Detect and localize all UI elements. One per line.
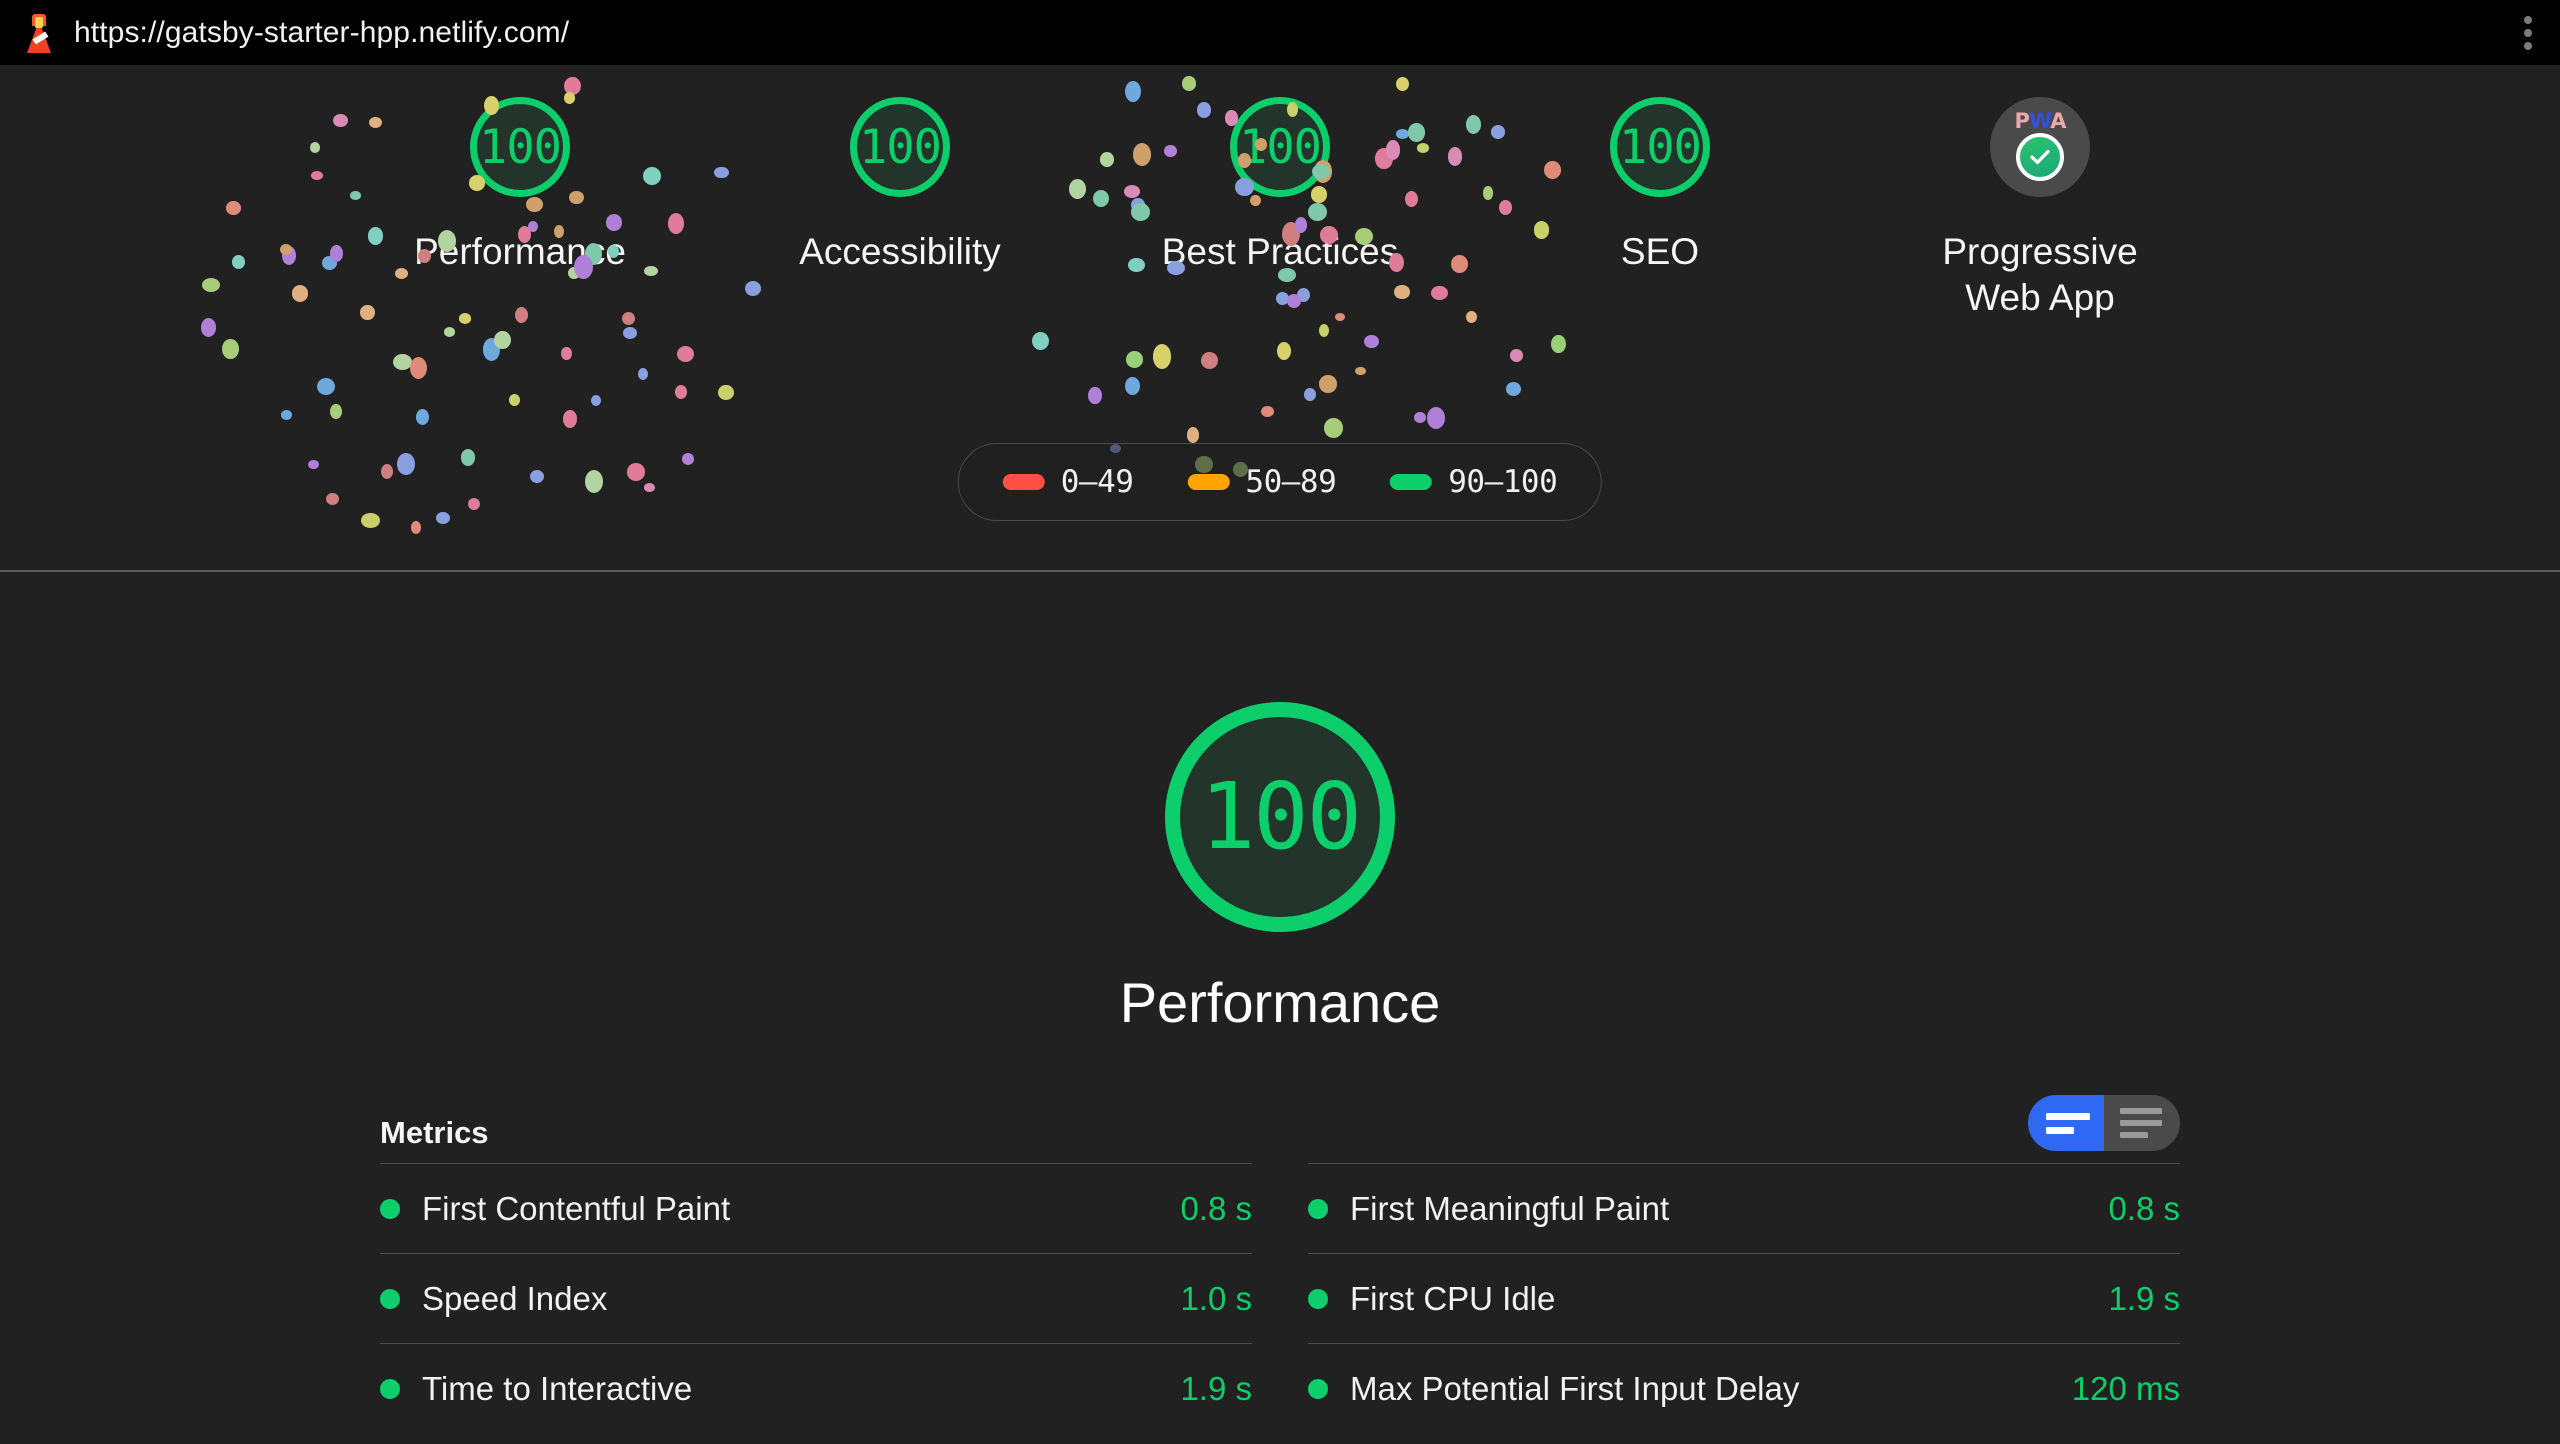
gauge-score-value: 100 (1619, 119, 1702, 175)
metrics-columns: First Contentful Paint 0.8 s Speed Index… (380, 1163, 2180, 1433)
metric-value: 120 ms (2071, 1369, 2180, 1407)
metrics-header: Metrics (380, 1095, 2180, 1151)
legend-pill-average (1187, 474, 1230, 490)
metric-row[interactable]: First Contentful Paint 0.8 s (380, 1163, 1252, 1253)
metrics-title: Metrics (380, 1115, 489, 1150)
legend-item-average: 50–89 (1187, 464, 1337, 500)
metric-value: 1.0 s (1180, 1279, 1252, 1317)
legend-item-pass: 90–100 (1390, 464, 1558, 500)
metric-name: First Meaningful Paint (1350, 1189, 1670, 1227)
metric-name: Speed Index (422, 1279, 608, 1317)
gauge-label: Progressive Web App (1942, 231, 2138, 319)
lighthouse-report: 100 Performance 100 Accessibility 100 Be… (0, 65, 2560, 1444)
check-circle-icon (2016, 133, 2064, 181)
metric-row[interactable]: Time to Interactive 1.9 s (380, 1343, 1252, 1433)
toggle-option-detailed-view[interactable] (2104, 1095, 2180, 1151)
status-dot-pass-icon (1308, 1378, 1328, 1399)
metric-name: First Contentful Paint (422, 1189, 731, 1227)
pwa-logo-p: P (2014, 109, 2030, 133)
gauge-label: Performance (414, 231, 626, 272)
score-category-performance[interactable]: 100 Performance (385, 97, 655, 275)
status-dot-pass-icon (380, 1288, 400, 1309)
gauge-label: Best Practices (1161, 231, 1399, 272)
metric-row[interactable]: First CPU Idle 1.9 s (1308, 1253, 2180, 1343)
metric-value: 0.8 s (2108, 1189, 2180, 1227)
score-gauges-row: 100 Performance 100 Accessibility 100 Be… (0, 97, 2560, 322)
status-dot-pass-icon (1308, 1288, 1328, 1309)
status-dot-pass-icon (380, 1198, 400, 1219)
page-title: Performance (1119, 971, 1441, 1034)
gauge-performance-large: 100 (1165, 702, 1395, 932)
metric-value: 0.8 s (1180, 1189, 1252, 1227)
score-summary-section: 100 Performance 100 Accessibility 100 Be… (0, 65, 2560, 570)
pwa-logo-a: A (2050, 109, 2066, 133)
status-dot-pass-icon (1308, 1198, 1328, 1219)
metrics-panel: Metrics First Contentful Paint 0.8 s Spe… (380, 1095, 2180, 1444)
metric-row[interactable]: Speed Index 1.0 s (380, 1253, 1252, 1343)
gauge-performance: 100 (470, 97, 570, 197)
toggle-option-simple-view[interactable] (2028, 1095, 2104, 1151)
kebab-menu-icon[interactable] (2522, 15, 2534, 50)
metric-row[interactable]: First Meaningful Paint 0.8 s (1308, 1163, 2180, 1253)
score-category-seo[interactable]: 100 SEO (1525, 97, 1795, 275)
performance-gauge-block: 100 Performance (0, 702, 2560, 1035)
legend-label: 50–89 (1245, 464, 1337, 500)
metric-name: Max Potential First Input Delay (1350, 1369, 1800, 1407)
browser-toolbar: https://gatsby-starter-hpp.netlify.com/ (0, 0, 2560, 65)
lighthouse-icon (22, 13, 56, 53)
gauge-seo: 100 (1610, 97, 1710, 197)
legend-label: 0–49 (1060, 464, 1134, 500)
gauge-score-value: 100 (479, 119, 562, 175)
pwa-logo-icon: PWA (2014, 109, 2067, 133)
gauge-score-value: 100 (859, 119, 942, 175)
metrics-view-toggle[interactable] (2028, 1095, 2180, 1151)
metrics-column-right: First Meaningful Paint 0.8 s First CPU I… (1308, 1163, 2180, 1433)
metrics-column-left: First Contentful Paint 0.8 s Speed Index… (380, 1163, 1252, 1433)
legend-pill-fail (1002, 474, 1045, 490)
metric-value: 1.9 s (1180, 1369, 1252, 1407)
gauge-score-value: 100 (1239, 119, 1322, 175)
status-dot-pass-icon (380, 1378, 400, 1399)
score-legend: 0–49 50–89 90–100 (957, 443, 1603, 521)
score-category-accessibility[interactable]: 100 Accessibility (765, 97, 1035, 275)
legend-label: 90–100 (1448, 464, 1558, 500)
gauge-label: SEO (1620, 231, 1700, 272)
score-category-best-practices[interactable]: 100 Best Practices (1145, 97, 1415, 275)
metric-row[interactable]: Max Potential First Input Delay 120 ms (1308, 1343, 2180, 1433)
metric-name: Time to Interactive (422, 1369, 693, 1407)
score-category-pwa[interactable]: PWA Progressive Web App (1905, 97, 2175, 322)
performance-detail-section: 100 Performance Metrics First Contentful… (0, 572, 2560, 1444)
gauge-best-practices: 100 (1230, 97, 1330, 197)
gauge-label: Accessibility (799, 231, 1001, 272)
address-bar-url[interactable]: https://gatsby-starter-hpp.netlify.com/ (74, 16, 569, 50)
pwa-badge: PWA (1990, 97, 2090, 197)
metric-name: First CPU Idle (1350, 1279, 1556, 1317)
metric-value: 1.9 s (2108, 1279, 2180, 1317)
gauge-accessibility: 100 (850, 97, 950, 197)
gauge-score-value: 100 (1199, 763, 1362, 870)
legend-item-fail: 0–49 (1002, 464, 1134, 500)
legend-pill-pass (1390, 474, 1433, 490)
pwa-logo-w: W (2028, 109, 2051, 133)
